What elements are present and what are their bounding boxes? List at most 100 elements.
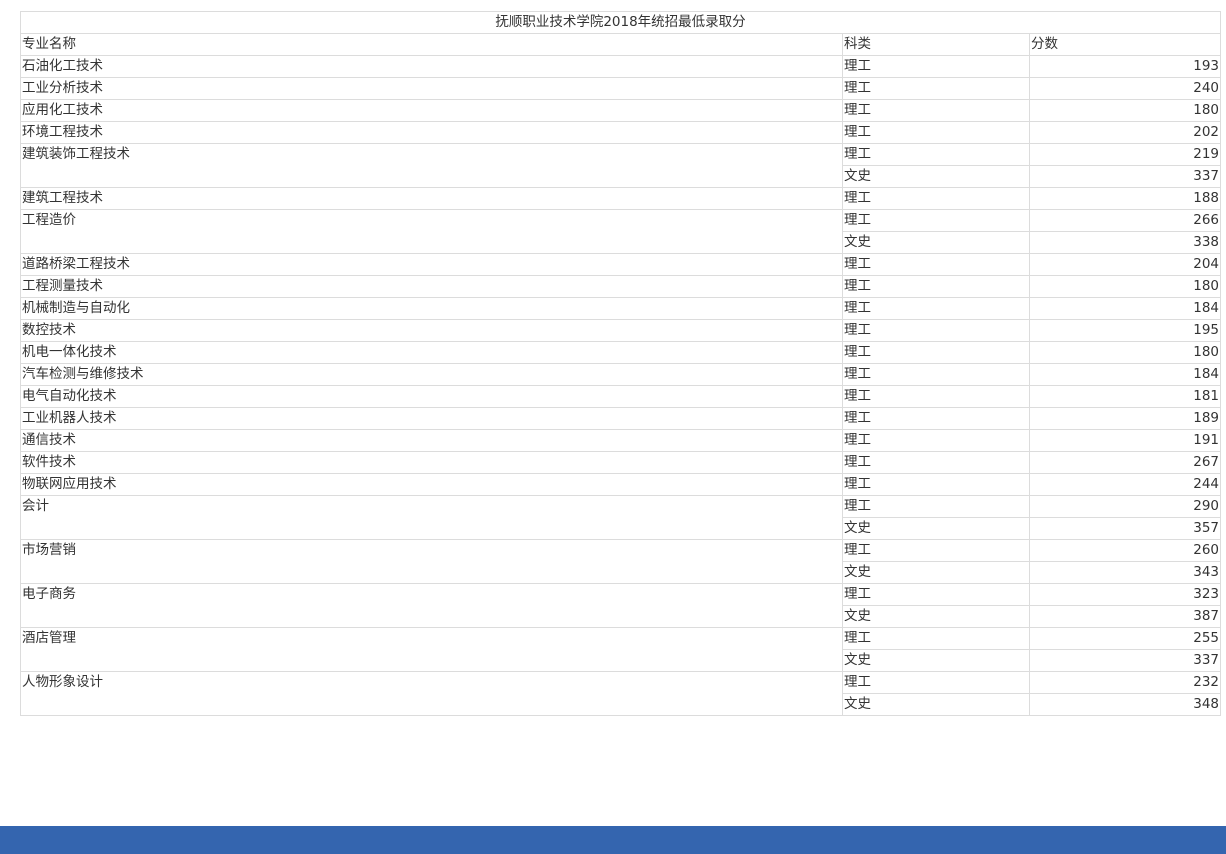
- table-row: 物联网应用技术 理工 244: [20, 473, 1222, 496]
- footer-bar: [0, 826, 1226, 854]
- subject-type-cell: 理工: [842, 495, 1030, 518]
- score-cell: 337: [1028, 649, 1222, 672]
- score-cell: 184: [1028, 363, 1222, 386]
- subject-type-cell: 理工: [842, 209, 1030, 232]
- major-name-cell: 工程测量技术: [20, 275, 843, 298]
- major-name-cell: 电气自动化技术: [20, 385, 843, 408]
- table-title: 抚顺职业技术学院2018年统招最低录取分: [19, 11, 1222, 34]
- major-name-cell: 应用化工技术: [20, 99, 843, 122]
- header-major: 专业名称: [20, 33, 843, 56]
- score-cell: 338: [1028, 231, 1222, 254]
- table-row: 市场营销 理工 260: [20, 539, 1222, 584]
- table-row: 数控技术 理工 195: [20, 319, 1222, 342]
- major-name-cell: 酒店管理: [20, 627, 843, 672]
- score-cell: 184: [1028, 297, 1222, 320]
- score-cell: 348: [1028, 693, 1222, 716]
- major-name-cell: 石油化工技术: [20, 55, 843, 78]
- major-name-cell: 工程造价: [20, 209, 843, 254]
- subject-type-cell: 理工: [842, 539, 1030, 562]
- table-row: 建筑工程技术 理工 188: [20, 187, 1222, 210]
- major-name-cell: 道路桥梁工程技术: [20, 253, 843, 276]
- major-name-cell: 会计: [20, 495, 843, 540]
- subject-type-cell: 理工: [842, 187, 1030, 210]
- major-name-cell: 环境工程技术: [20, 121, 843, 144]
- subject-type-cell: 理工: [842, 253, 1030, 276]
- table-header-row: 专业名称 科类 分数: [20, 33, 1222, 56]
- score-cell: 343: [1028, 561, 1222, 584]
- score-cell: 195: [1028, 319, 1222, 342]
- subject-type-cell: 理工: [842, 627, 1030, 650]
- subject-type-cell: 理工: [842, 583, 1030, 606]
- subject-type-cell: 文史: [842, 693, 1030, 716]
- score-cell: 180: [1028, 99, 1222, 122]
- score-cell: 202: [1028, 121, 1222, 144]
- major-name-cell: 软件技术: [20, 451, 843, 474]
- score-cell: 267: [1028, 451, 1222, 474]
- score-cell: 191: [1028, 429, 1222, 452]
- score-cell: 204: [1028, 253, 1222, 276]
- score-cell: 244: [1028, 473, 1222, 496]
- subject-type-cell: 文史: [842, 517, 1030, 540]
- major-name-cell: 建筑装饰工程技术: [20, 143, 843, 188]
- subject-type-cell: 理工: [842, 451, 1030, 474]
- subject-type-cell: 文史: [842, 605, 1030, 628]
- major-name-cell: 建筑工程技术: [20, 187, 843, 210]
- page: 抚顺职业技术学院2018年统招最低录取分 专业名称 科类 分数 石油化工技术 理工…: [0, 0, 1226, 854]
- subject-type-cell: 理工: [842, 143, 1030, 166]
- admission-score-table: 抚顺职业技术学院2018年统招最低录取分 专业名称 科类 分数 石油化工技术 理工…: [19, 11, 1222, 716]
- table-row: 道路桥梁工程技术 理工 204: [20, 253, 1222, 276]
- subject-type-cell: 理工: [842, 275, 1030, 298]
- major-name-cell: 汽车检测与维修技术: [20, 363, 843, 386]
- subject-type-cell: 理工: [842, 363, 1030, 386]
- major-name-cell: 通信技术: [20, 429, 843, 452]
- major-name-cell: 工业分析技术: [20, 77, 843, 100]
- score-cell: 387: [1028, 605, 1222, 628]
- table-row: 工业机器人技术 理工 189: [20, 407, 1222, 430]
- score-cell: 219: [1028, 143, 1222, 166]
- subject-type-cell: 理工: [842, 341, 1030, 364]
- score-cell: 181: [1028, 385, 1222, 408]
- header-type: 科类: [842, 33, 1030, 56]
- major-name-cell: 电子商务: [20, 583, 843, 628]
- subject-type-cell: 文史: [842, 649, 1030, 672]
- subject-type-cell: 理工: [842, 55, 1030, 78]
- score-cell: 232: [1028, 671, 1222, 694]
- subject-type-cell: 文史: [842, 165, 1030, 188]
- subject-type-cell: 理工: [842, 429, 1030, 452]
- score-cell: 260: [1028, 539, 1222, 562]
- score-cell: 189: [1028, 407, 1222, 430]
- table-row: 工业分析技术 理工 240: [20, 77, 1222, 100]
- major-name-cell: 物联网应用技术: [20, 473, 843, 496]
- table-row: 酒店管理 理工 255: [20, 627, 1222, 672]
- table-row: 机械制造与自动化 理工 184: [20, 297, 1222, 320]
- major-name-cell: 机械制造与自动化: [20, 297, 843, 320]
- subject-type-cell: 理工: [842, 319, 1030, 342]
- subject-type-cell: 理工: [842, 297, 1030, 320]
- score-cell: 180: [1028, 341, 1222, 364]
- subject-type-cell: 理工: [842, 473, 1030, 496]
- score-cell: 266: [1028, 209, 1222, 232]
- score-cell: 337: [1028, 165, 1222, 188]
- table-row: 工程测量技术 理工 180: [20, 275, 1222, 298]
- table-row: 汽车检测与维修技术 理工 184: [20, 363, 1222, 386]
- table-row: 应用化工技术 理工 180: [20, 99, 1222, 122]
- header-score: 分数: [1028, 33, 1222, 56]
- table-row: 电气自动化技术 理工 181: [20, 385, 1222, 408]
- score-cell: 180: [1028, 275, 1222, 298]
- subject-type-cell: 理工: [842, 407, 1030, 430]
- subject-type-cell: 理工: [842, 671, 1030, 694]
- table-row: 石油化工技术 理工 193: [20, 55, 1222, 78]
- table-row: 机电一体化技术 理工 180: [20, 341, 1222, 364]
- major-name-cell: 市场营销: [20, 539, 843, 584]
- major-name-cell: 工业机器人技术: [20, 407, 843, 430]
- table-row: 建筑装饰工程技术 理工 219: [20, 143, 1222, 188]
- subject-type-cell: 理工: [842, 99, 1030, 122]
- table-row: 通信技术 理工 191: [20, 429, 1222, 452]
- table-title-row: 抚顺职业技术学院2018年统招最低录取分: [19, 11, 1222, 34]
- subject-type-cell: 理工: [842, 121, 1030, 144]
- score-cell: 357: [1028, 517, 1222, 540]
- subject-type-cell: 理工: [842, 385, 1030, 408]
- subject-type-cell: 文史: [842, 231, 1030, 254]
- subject-type-cell: 理工: [842, 77, 1030, 100]
- table-row: 工程造价 理工 266: [20, 209, 1222, 254]
